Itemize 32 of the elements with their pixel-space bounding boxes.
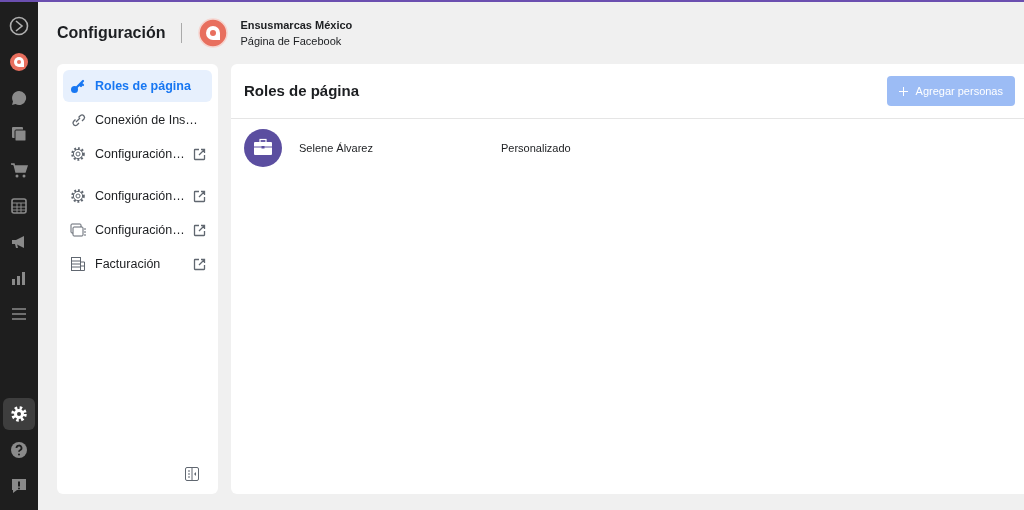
settings-icon bbox=[9, 404, 29, 424]
sidebar-item[interactable]: Configuración… bbox=[63, 138, 212, 170]
help-icon bbox=[9, 440, 29, 460]
sidebar-item[interactable]: Configuración… bbox=[63, 180, 212, 212]
sidebar-item[interactable]: Configuración… bbox=[63, 214, 212, 246]
key-icon bbox=[69, 77, 87, 95]
link-icon bbox=[69, 111, 87, 129]
sidebar-item[interactable]: Conexión de Ins… bbox=[63, 104, 212, 136]
page-name: Ensusmarcas México bbox=[240, 18, 353, 33]
briefcase-avatar-icon bbox=[244, 129, 282, 167]
calendar-icon bbox=[9, 196, 29, 216]
settings-icon bbox=[69, 145, 87, 163]
sidebar-item[interactable]: Facturación bbox=[63, 248, 212, 280]
plus-icon bbox=[898, 86, 908, 96]
billing-icon bbox=[69, 255, 87, 273]
page-avatar-icon bbox=[9, 52, 29, 72]
sidebar-item[interactable]: Roles de página bbox=[63, 70, 212, 102]
person-name: Selene Álvarez bbox=[299, 140, 374, 156]
logo-icon bbox=[9, 16, 29, 36]
pages-icon bbox=[9, 124, 29, 144]
chat-icon bbox=[9, 88, 29, 108]
report-icon bbox=[9, 476, 29, 496]
rail-button[interactable] bbox=[3, 398, 35, 430]
settings-icon bbox=[69, 187, 87, 205]
page-type: Página de Facebook bbox=[240, 34, 343, 49]
page-avatar-icon bbox=[198, 18, 229, 48]
screens-icon bbox=[69, 221, 87, 239]
collapse-panel-icon[interactable] bbox=[184, 466, 200, 482]
section-title: Roles de página bbox=[244, 80, 360, 101]
cart-icon bbox=[9, 160, 29, 180]
role-label: Personalizado bbox=[501, 140, 571, 156]
page-title: Configuración bbox=[57, 23, 166, 43]
